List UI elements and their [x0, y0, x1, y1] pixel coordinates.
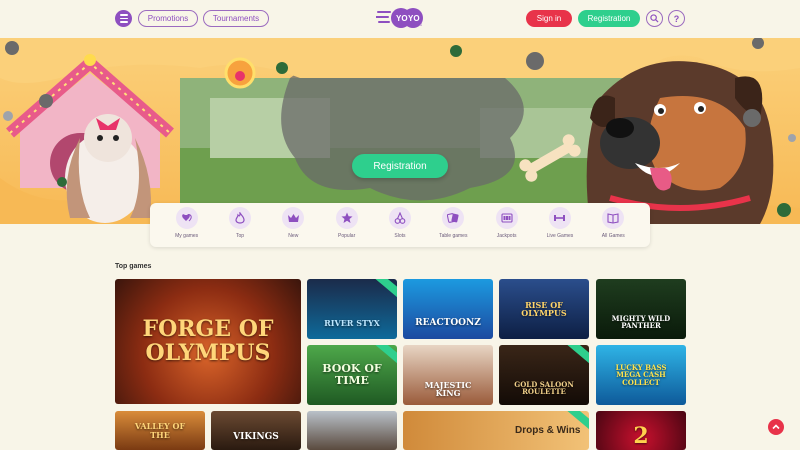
category-label: Top	[235, 233, 245, 239]
game-title: MAJESTIC KING	[424, 379, 472, 398]
slot-reels-icon	[501, 213, 513, 223]
game-title: Drops & Wins	[515, 425, 581, 436]
game-tile-drops-and-wins[interactable]: Drops & Wins	[403, 411, 589, 450]
category-label: New	[288, 233, 299, 239]
casino-logo[interactable]: YO YO CASINO	[376, 6, 426, 30]
svg-text:CASINO: CASINO	[419, 14, 423, 26]
banner-illustration	[0, 38, 800, 224]
chevron-up-icon	[772, 424, 780, 430]
game-tile-forge-of-olympus[interactable]: FORGE OF OLYMPUS	[115, 279, 301, 404]
hearts-icon	[181, 214, 192, 222]
game-title: MIGHTY WILD PANTHER	[611, 313, 671, 330]
category-live-games[interactable]: Live Games	[535, 207, 585, 239]
help-button[interactable]: ?	[668, 10, 685, 27]
game-tile-valley-of-the[interactable]: VALLEY OF THE	[115, 411, 205, 450]
category-jackpots[interactable]: Jackpots	[482, 207, 532, 239]
game-title: VIKINGS	[233, 431, 279, 442]
game-tile-reactoonz[interactable]: REACTOONZ	[403, 279, 493, 339]
game-tile-majestic-king[interactable]: MAJESTIC KING	[403, 345, 493, 405]
category-label: All Games	[601, 233, 625, 239]
section-title-top-games: Top games	[115, 263, 152, 270]
category-my-games[interactable]: My games	[162, 207, 212, 239]
star-icon	[341, 212, 353, 223]
cherry-icon	[394, 212, 406, 224]
category-top[interactable]: Top	[215, 207, 265, 239]
game-tile-river-styx[interactable]: RIVER STYX	[307, 279, 397, 339]
search-button[interactable]	[646, 10, 663, 27]
game-title: REACTOONZ	[415, 318, 481, 329]
game-tile-cowboy[interactable]	[307, 411, 397, 450]
game-title: 2	[633, 422, 649, 449]
promotions-button[interactable]: Promotions	[138, 10, 198, 27]
hero-banner: Registration	[0, 38, 800, 224]
game-title: GOLD SALOON ROULETTE	[514, 379, 574, 396]
category-label: My games	[175, 233, 199, 239]
category-slots[interactable]: Slots	[375, 207, 425, 239]
game-tile-gold-saloon-roulette[interactable]: GOLD SALOON ROULETTE	[499, 345, 589, 405]
menu-button[interactable]	[115, 10, 132, 27]
category-label: Live Games	[546, 233, 574, 239]
game-title: RIVER STYX	[324, 317, 380, 328]
category-all-games[interactable]: All Games	[588, 207, 638, 239]
category-new[interactable]: New	[268, 207, 318, 239]
category-label: Jackpots	[496, 233, 517, 239]
game-tile-number-two[interactable]: 2	[596, 411, 686, 450]
banner-registration-button[interactable]: Registration	[352, 154, 448, 178]
game-title: BOOK OF TIME	[322, 362, 382, 387]
category-popular[interactable]: Popular	[322, 207, 372, 239]
scroll-to-top-button[interactable]	[768, 419, 784, 435]
top-header: Promotions Tournaments YO YO CASINO Sign…	[0, 0, 800, 38]
category-label: Popular	[338, 233, 356, 239]
cards-icon	[447, 213, 459, 223]
tournaments-button[interactable]: Tournaments	[203, 10, 269, 27]
game-tile-book-of-time[interactable]: BOOK OF TIME	[307, 345, 397, 405]
sign-in-button[interactable]: Sign in	[526, 10, 572, 27]
game-title: LUCKY BASS MEGA CASH COLLECT	[615, 362, 667, 387]
category-label: Slots	[394, 233, 406, 239]
category-bar: My games Top New Popular Slots Table gam…	[150, 203, 650, 247]
search-icon	[650, 14, 659, 23]
registration-button[interactable]: Registration	[578, 10, 640, 27]
game-title: FORGE OF OLYMPUS	[142, 316, 274, 366]
game-tile-rise-of-olympus[interactable]: RISE OF OLYMPUS	[499, 279, 589, 339]
category-table-games[interactable]: Table games	[428, 207, 478, 239]
game-tile-lucky-bass[interactable]: LUCKY BASS MEGA CASH COLLECT	[596, 345, 686, 405]
flame-icon	[235, 212, 245, 224]
svg-text:YO: YO	[396, 14, 408, 23]
svg-text:YO: YO	[408, 14, 420, 23]
crown-icon	[287, 214, 299, 222]
game-tile-vikings[interactable]: VIKINGS	[211, 411, 301, 450]
book-icon	[607, 213, 619, 224]
game-tile-mighty-wild-panther[interactable]: MIGHTY WILD PANTHER	[596, 279, 686, 339]
game-title: VALLEY OF THE	[134, 421, 186, 440]
category-label: Table games	[439, 233, 468, 239]
dumbbell-icon	[554, 215, 566, 221]
game-title: RISE OF OLYMPUS	[521, 299, 567, 318]
